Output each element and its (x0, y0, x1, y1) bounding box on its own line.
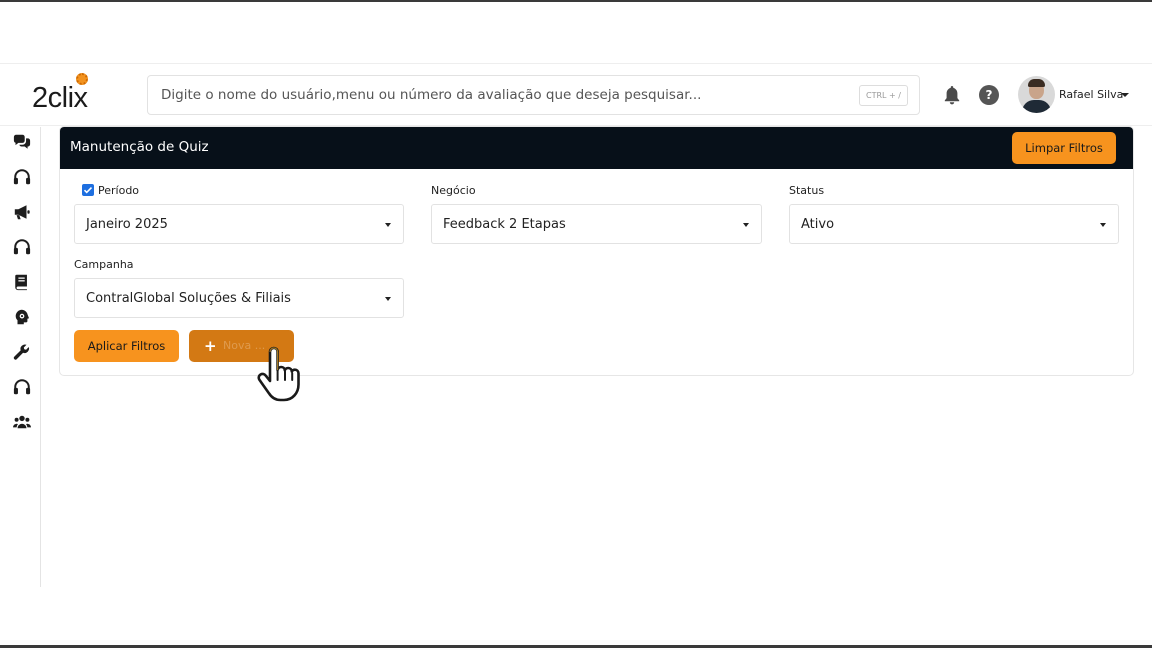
top-border (0, 0, 1152, 2)
chevron-down-icon (385, 297, 391, 301)
plus-icon: + (204, 337, 217, 355)
logo[interactable]: 2clix (32, 73, 106, 114)
status-value: Ativo (801, 217, 835, 232)
headset-icon[interactable] (12, 377, 32, 397)
campaign-label: Campanha (74, 258, 134, 271)
search-input[interactable]: Digite o nome do usuário,menu ou número … (147, 75, 920, 115)
business-label: Negócio (431, 184, 476, 197)
bell-icon[interactable] (943, 85, 961, 105)
chevron-down-icon[interactable] (1121, 93, 1129, 97)
business-value: Feedback 2 Etapas (443, 217, 566, 232)
period-select[interactable]: Janeiro 2025 (74, 204, 404, 244)
status-label: Status (789, 184, 825, 197)
megaphone-icon[interactable] (12, 202, 32, 222)
search-shortcut-badge: CTRL + / (859, 85, 908, 106)
headset-icon[interactable] (12, 167, 32, 187)
period-value: Janeiro 2025 (86, 217, 168, 232)
clear-filters-button[interactable]: Limpar Filtros (1012, 132, 1116, 164)
chevron-down-icon (385, 223, 391, 227)
page-title: Manutenção de Quiz (70, 139, 209, 155)
settings-head-icon[interactable] (12, 307, 32, 327)
chevron-down-icon (1100, 223, 1106, 227)
campaign-select[interactable]: ContralGlobal Soluções & Filiais (74, 278, 404, 318)
avatar[interactable] (1018, 76, 1055, 113)
card-header: Manutenção de Quiz Limpar Filtros (60, 127, 1133, 169)
apply-filters-button[interactable]: Aplicar Filtros (74, 330, 179, 362)
hand-cursor-icon (256, 346, 306, 402)
search-placeholder: Digite o nome do usuário,menu ou número … (161, 87, 702, 103)
business-select[interactable]: Feedback 2 Etapas (431, 204, 762, 244)
users-icon[interactable] (12, 412, 32, 432)
period-label: Período (98, 184, 140, 197)
status-select[interactable]: Ativo (789, 204, 1119, 244)
logo-text: 2clix (32, 82, 88, 114)
quiz-maintenance-card: Manutenção de Quiz Limpar Filtros Períod… (59, 126, 1134, 376)
logo-sun-icon (76, 73, 88, 85)
book-icon[interactable] (12, 272, 32, 292)
chevron-down-icon (743, 223, 749, 227)
campaign-value: ContralGlobal Soluções & Filiais (86, 291, 291, 306)
headset-icon[interactable] (12, 237, 32, 257)
user-name[interactable]: Rafael Silva (1059, 88, 1123, 101)
period-checkbox[interactable] (82, 184, 94, 196)
wrench-icon[interactable] (12, 342, 32, 362)
chat-icon[interactable] (12, 132, 32, 152)
app-header: 2clix Digite o nome do usuário,menu ou n… (0, 63, 1152, 126)
sidebar (0, 127, 41, 587)
help-icon[interactable]: ? (979, 85, 999, 105)
